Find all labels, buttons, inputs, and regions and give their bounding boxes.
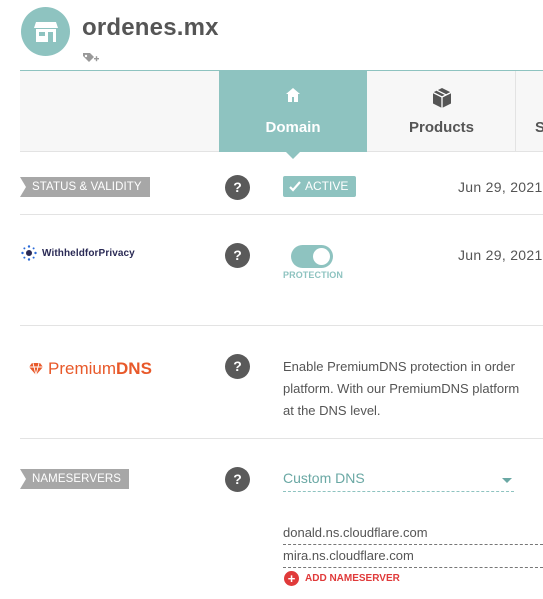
help-icon[interactable]: ?	[225, 243, 250, 268]
premiumdns-logo-regular: Premium	[48, 359, 117, 378]
active-tab-caret	[286, 152, 300, 159]
plus-icon: +	[284, 571, 299, 586]
add-nameserver-button[interactable]: + ADD NAMESERVER	[284, 571, 400, 586]
toggle-caption: PROTECTION	[283, 270, 344, 280]
home-icon	[285, 87, 301, 108]
chevron-down-icon	[502, 478, 512, 483]
divider	[20, 214, 543, 215]
diamond-icon	[29, 362, 43, 376]
privacy-logo-icon	[21, 245, 37, 261]
tabs-bar: Domain Products S	[20, 70, 543, 159]
nameserver-input[interactable]: donald.ns.cloudflare.com	[283, 523, 543, 545]
store-icon	[21, 7, 70, 56]
help-icon[interactable]: ?	[225, 354, 250, 379]
tab-label: Domain	[265, 119, 321, 136]
tab-label: S	[535, 119, 543, 136]
description-line: Enable PremiumDNS protection in order	[283, 359, 515, 374]
nameserver-type-select[interactable]: Custom DNS	[283, 470, 514, 492]
withheldforprivacy-logo: WithheldforPrivacy	[21, 245, 135, 261]
tab-label: Products	[408, 119, 474, 136]
expiration-date: Jun 29, 2021	[458, 179, 543, 195]
add-tag-icon[interactable]	[82, 51, 100, 63]
premiumdns-logo-bold: DNS	[116, 359, 152, 378]
help-icon[interactable]: ?	[225, 467, 250, 492]
premiumdns-description: Enable PremiumDNS protection in order pl…	[283, 356, 543, 422]
help-icon[interactable]: ?	[225, 175, 250, 200]
status-badge-text: ACTIVE	[305, 179, 349, 193]
tab-s[interactable]: S	[517, 71, 543, 152]
nameservers-label: NAMESERVERS	[20, 469, 130, 489]
description-line: at the DNS level.	[283, 403, 381, 418]
nameserver-type-value: Custom DNS	[283, 470, 365, 486]
status-validity-label: STATUS & VALIDITY	[20, 177, 150, 197]
privacy-date: Jun 29, 2021	[458, 247, 543, 263]
toggle-knob	[313, 248, 330, 265]
description-line: platform. With our PremiumDNS platform	[283, 381, 520, 396]
domain-title: ordenes.mx	[82, 14, 219, 41]
privacy-logo-text: WithheldforPrivacy	[42, 247, 135, 259]
divider	[20, 325, 543, 326]
tab-products[interactable]: Products	[368, 71, 516, 152]
premiumdns-logo: PremiumDNS	[28, 359, 152, 379]
status-badge: ACTIVE	[283, 176, 357, 197]
add-nameserver-label: ADD NAMESERVER	[305, 573, 400, 584]
box-icon	[431, 87, 453, 114]
divider	[20, 438, 543, 439]
check-icon	[289, 181, 301, 192]
nameserver-input[interactable]: mira.ns.cloudflare.com	[283, 546, 543, 568]
tab-domain[interactable]: Domain	[219, 71, 367, 159]
privacy-protection-toggle[interactable]	[291, 245, 333, 268]
